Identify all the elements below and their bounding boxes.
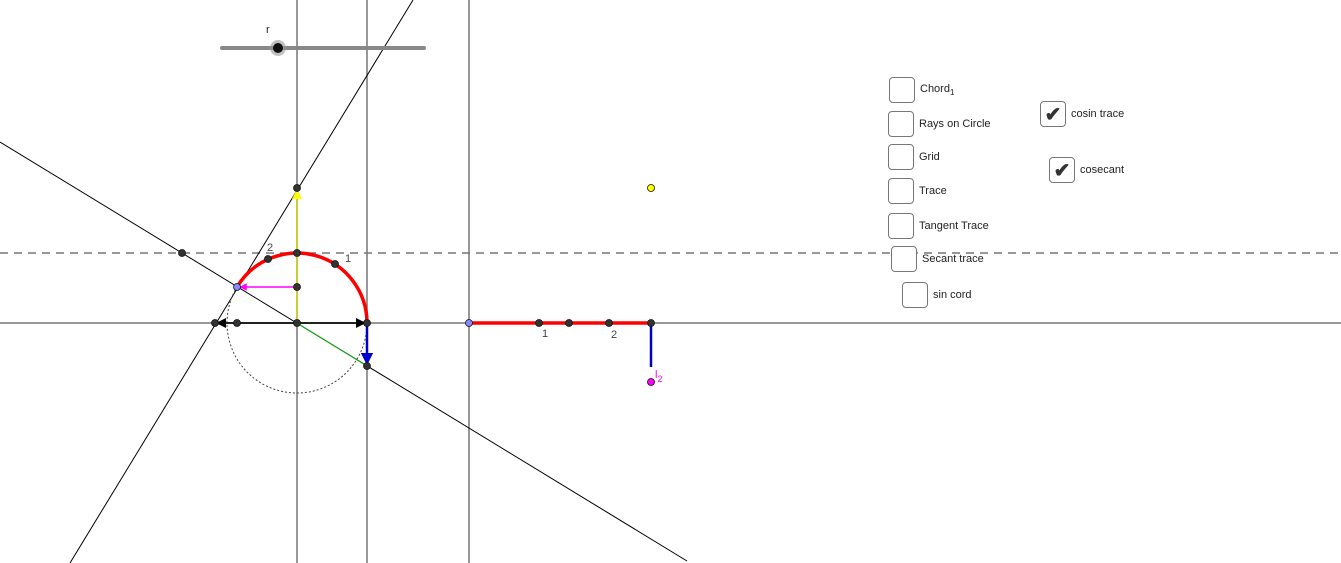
checkbox-label: Trace: [919, 185, 947, 197]
points[interactable]: [178, 184, 655, 386]
checkbox-box[interactable]: [889, 77, 915, 103]
green-segment: [296, 322, 368, 367]
checkbox-secant-trace[interactable]: Secant trace: [891, 246, 984, 272]
point-label-l2: l2: [655, 369, 662, 384]
graphics-view[interactable]: 2 1 1 2 l2 r: [0, 0, 1341, 563]
checkbox-trace[interactable]: Trace: [888, 178, 947, 204]
checkbox-label: cosin trace: [1071, 108, 1125, 120]
checkbox-label: cosecant: [1080, 164, 1125, 176]
check-icon[interactable]: ✔: [1040, 101, 1066, 127]
axis-label-1: 1: [542, 328, 548, 340]
checkbox-label: Secant trace: [922, 253, 984, 265]
slider-r[interactable]: [220, 40, 426, 56]
checkbox-box[interactable]: [902, 282, 928, 308]
checkbox-box[interactable]: [888, 178, 914, 204]
checkbox-label: Rays on Circle: [919, 118, 991, 130]
checkbox-box[interactable]: [888, 144, 914, 170]
checkbox-chord1[interactable]: Chord1: [889, 77, 954, 103]
checkbox-label: Grid: [919, 151, 940, 163]
checkbox-grid[interactable]: Grid: [888, 144, 940, 170]
checkbox-cosin-trace[interactable]: ✔ cosin trace: [1040, 101, 1124, 127]
checkbox-tangent-trace[interactable]: Tangent Trace: [888, 213, 989, 239]
checkbox-box[interactable]: [888, 111, 914, 137]
arc-label-1: 1: [345, 253, 351, 265]
arc-label-2: 2: [267, 242, 273, 254]
checkbox-label: Tangent Trace: [919, 220, 989, 232]
check-icon[interactable]: ✔: [1049, 157, 1075, 183]
checkbox-box[interactable]: [888, 213, 914, 239]
checkbox-cosecant[interactable]: ✔ cosecant: [1049, 157, 1124, 183]
slider-label: r: [266, 24, 270, 36]
axes: [0, 0, 1341, 563]
checkbox-label: sin cord: [933, 289, 972, 301]
checkbox-rays-on-circle[interactable]: Rays on Circle: [888, 111, 991, 137]
checkbox-sin-cord[interactable]: sin cord: [902, 282, 972, 308]
axis-label-2: 2: [611, 329, 617, 341]
checkbox-label: Chord1: [920, 82, 955, 98]
checkbox-box[interactable]: [891, 246, 917, 272]
